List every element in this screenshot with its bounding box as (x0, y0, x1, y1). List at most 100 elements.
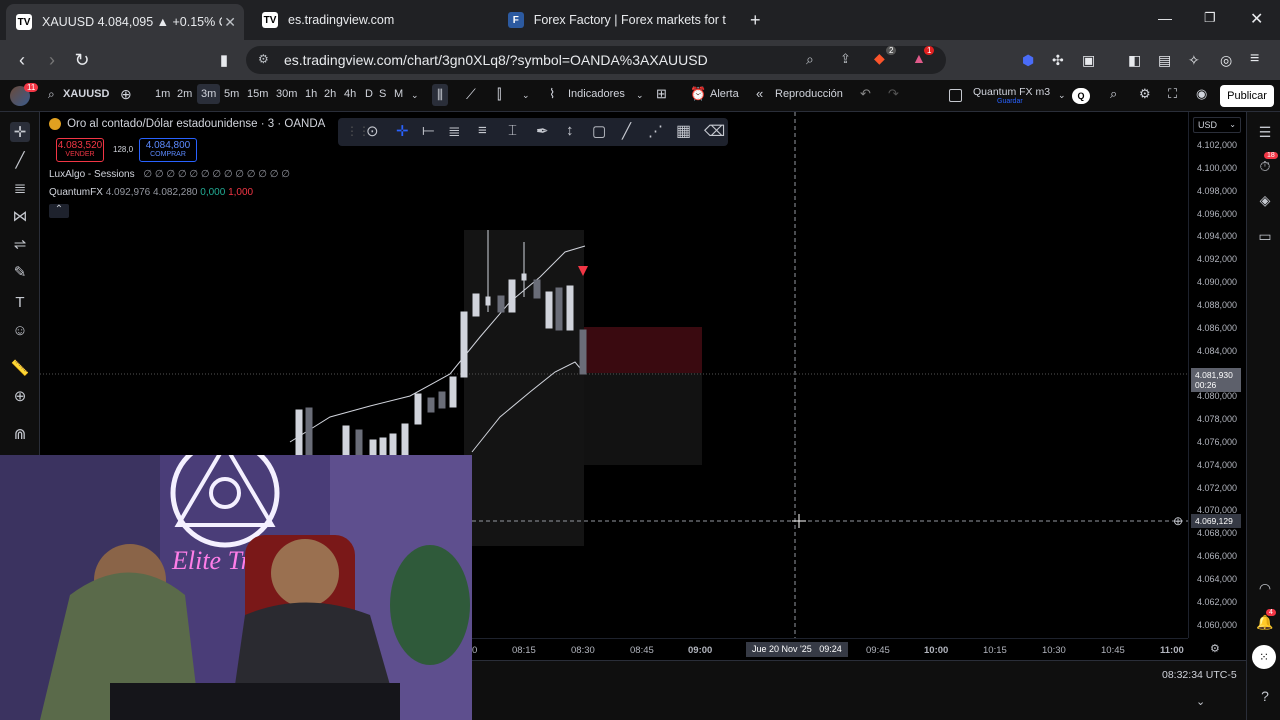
publish-button[interactable]: Publicar (1220, 85, 1274, 107)
layout-badge[interactable]: Q (1072, 88, 1090, 104)
collapse-panel-icon[interactable]: ⌄ (1196, 695, 1205, 708)
symbol-title[interactable]: Oro al contado/Dólar estadounidense · 3 … (67, 118, 325, 130)
close-tab-icon[interactable]: ✕ (224, 14, 236, 31)
interval-d[interactable]: D (365, 88, 373, 100)
layers-icon[interactable]: ◈ (1255, 190, 1275, 210)
chevron-down-icon[interactable]: ⌄ (522, 90, 530, 101)
symbol-search[interactable]: XAUUSD (63, 88, 109, 100)
circle-tool-icon[interactable]: ⊙ (366, 122, 379, 140)
leo-icon[interactable]: ✧ (1188, 52, 1200, 69)
eraser-tool-icon[interactable]: ⌫ (704, 122, 725, 140)
indicator-legend-quantumfx[interactable]: QuantumFX 4.092,976 4.082,280 0,000 1,00… (49, 187, 253, 198)
pattern-tool-icon[interactable]: ⋈ (10, 206, 30, 226)
reader-icon[interactable]: ▣ (1082, 52, 1095, 69)
ruler-tool-icon[interactable]: 📏 (10, 358, 30, 378)
interval-1m[interactable]: 1m (155, 88, 170, 100)
interval-3m[interactable]: 3m (197, 84, 221, 104)
emoji-tool-icon[interactable]: ☺ (10, 320, 30, 340)
vline-tool-icon[interactable]: ↕ (566, 122, 574, 139)
interval-2h[interactable]: 2h (324, 88, 336, 100)
line-tool-icon[interactable]: ╱ (622, 122, 631, 140)
sell-button[interactable]: 4.083,520 VENDER (56, 138, 104, 162)
chat-icon[interactable]: ▭ (1255, 226, 1275, 246)
interval-4h[interactable]: 4h (344, 88, 356, 100)
layout-save[interactable]: Guardar (997, 98, 1023, 105)
currency-selector[interactable]: USD ⌄ (1193, 117, 1241, 133)
fib-tool-icon[interactable]: ≣ (10, 178, 30, 198)
utc-clock[interactable]: 08:32:34 UTC-5 (1162, 669, 1237, 681)
add-alert-icon[interactable]: ⊕ (1173, 514, 1183, 528)
replay-button[interactable]: Reproducción (775, 88, 843, 100)
add-symbol-icon[interactable]: ⊕ (120, 86, 132, 103)
interval-s[interactable]: S (379, 88, 386, 100)
settings-icon[interactable]: ⚙ (1139, 86, 1151, 102)
browser-tab[interactable]: F Forex Factory | Forex markets for the (498, 4, 736, 36)
indicators-icon[interactable]: ⌇ (549, 86, 555, 102)
reload-icon[interactable]: ↻ (70, 48, 94, 72)
line-chart-icon[interactable]: ⟋ (466, 86, 476, 103)
browser-tab[interactable]: TV es.tradingview.com (252, 4, 490, 36)
indicator-legend-sessions[interactable]: LuxAlgo - Sessions ∅ ∅ ∅ ∅ ∅ ∅ ∅ ∅ ∅ ∅ ∅… (49, 169, 290, 180)
grid-tool-icon[interactable]: ▦ (676, 121, 691, 141)
watchlist-icon[interactable]: ☰ (1255, 122, 1275, 142)
browser-tab[interactable]: TV XAUUSD 4.084,095 ▲ +0.15% Q ✕ (6, 4, 244, 40)
alerts-clock-icon[interactable]: ⏱ (1255, 156, 1275, 176)
help-icon[interactable]: ? (1255, 686, 1275, 706)
wallet-icon[interactable]: ▤ (1158, 52, 1171, 69)
interval-30m[interactable]: 30m (276, 88, 297, 100)
vpn-shield-icon[interactable]: ◎ (1220, 52, 1232, 69)
chevron-down-icon[interactable]: ⌄ (1058, 90, 1066, 101)
vpn-icon[interactable]: ⬢ (1022, 52, 1034, 69)
apps-grid-icon[interactable]: ⁙ (1252, 645, 1276, 669)
text-cursor-icon[interactable]: ⌶ (508, 122, 517, 139)
pen-tool-icon[interactable]: ✒ (536, 122, 549, 140)
zoom-tool-icon[interactable]: ⊕ (10, 386, 30, 406)
minimize-icon[interactable]: — (1158, 10, 1172, 26)
interval-15m[interactable]: 15m (247, 88, 268, 100)
undo-icon[interactable]: ↶ (860, 86, 871, 102)
axis-settings-icon[interactable]: ⚙ (1210, 642, 1220, 655)
search-icon[interactable]: ⌕ (48, 87, 55, 102)
brush-tool-icon[interactable]: ✎ (10, 262, 30, 282)
time-axis[interactable]: 0 08:15 08:30 08:45 09:00 Jue 20 Nov '25… (472, 638, 1188, 660)
bar-type-icon[interactable]: ⫿ (497, 86, 501, 103)
bookmark-icon[interactable]: ▮ (212, 48, 236, 72)
buy-button[interactable]: 4.084,800 COMPRAR (139, 138, 197, 162)
restore-icon[interactable]: ❐ (1204, 10, 1216, 26)
interval-m[interactable]: M (394, 88, 403, 100)
brave-shield-icon[interactable]: ◆ (874, 50, 885, 67)
interval-1h[interactable]: 1h (305, 88, 317, 100)
fullscreen-icon[interactable]: ⛶ (1168, 86, 1177, 102)
interval-2m[interactable]: 2m (177, 88, 192, 100)
price-axis[interactable]: USD ⌄ 4.102,000 4.100,000 4.098,000 4.096… (1188, 112, 1246, 638)
alert-button[interactable]: Alerta (710, 88, 739, 100)
channel-tool-icon[interactable]: ≣ (448, 122, 461, 140)
hline-tool-icon[interactable]: ⟝ (422, 122, 434, 139)
redo-icon[interactable]: ↷ (888, 86, 899, 102)
replay-icon[interactable]: « (756, 86, 763, 101)
layout-name[interactable]: Quantum FX m3 (973, 86, 1050, 98)
signal-icon[interactable]: ◠ (1255, 578, 1275, 598)
prediction-tool-icon[interactable]: ⇌ (10, 234, 30, 254)
quick-search-icon[interactable]: ⌕ (1110, 86, 1117, 102)
magnet-tool-icon[interactable]: ⋒ (10, 424, 30, 444)
url-field[interactable]: ⚙ es.tradingview.com/chart/3gn0XLq8/?sym… (246, 46, 946, 74)
templates-icon[interactable]: ⊞ (656, 86, 667, 102)
zoom-icon[interactable]: ⌕ (806, 51, 814, 68)
window-close-icon[interactable]: ✕ (1250, 9, 1263, 29)
sidebar-icon[interactable]: ◧ (1128, 52, 1141, 69)
fib-channel-icon[interactable]: ≡ (478, 122, 487, 139)
rectangle-tool-icon[interactable]: ▢ (592, 122, 606, 140)
trendline-tool-icon[interactable]: ╱ (10, 150, 30, 170)
text-tool-icon[interactable]: T (10, 292, 30, 312)
path-tool-icon[interactable]: ⋰ (648, 122, 663, 140)
collapse-legend-icon[interactable]: ⌃ (49, 204, 69, 218)
forward-icon[interactable]: › (40, 48, 64, 72)
alarm-icon[interactable]: ⏰ (690, 86, 706, 102)
new-tab-button[interactable]: + (750, 10, 761, 31)
indicators-button[interactable]: Indicadores (568, 88, 625, 100)
chevron-down-icon[interactable]: ⌄ (636, 90, 644, 101)
interval-5m[interactable]: 5m (224, 88, 239, 100)
back-icon[interactable]: ‹ (10, 48, 34, 72)
candles-icon[interactable]: ⫼ (432, 84, 448, 106)
